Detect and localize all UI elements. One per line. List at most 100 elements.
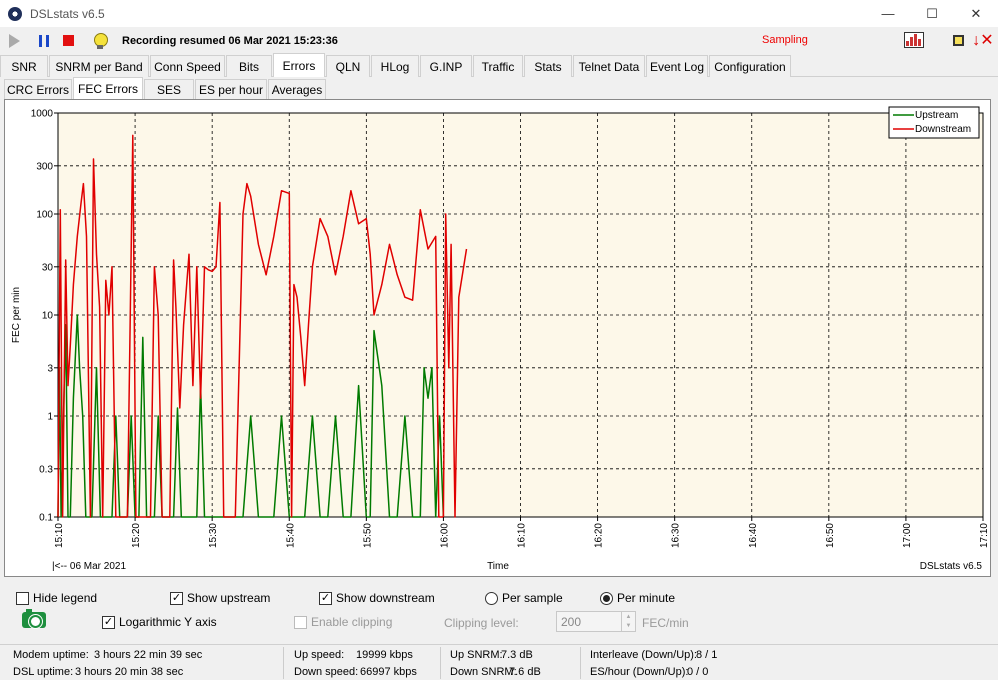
x-tick-label: 16:40 xyxy=(748,523,759,548)
tab-conn-speed[interactable]: Conn Speed xyxy=(150,55,225,77)
clipping-level-label: Clipping level: xyxy=(444,616,519,630)
checkbox-box: ✓ xyxy=(170,591,183,605)
y-tick-label: 100 xyxy=(36,210,53,221)
tab-snrm-per-band[interactable]: SNRM per Band xyxy=(49,55,149,77)
modem-uptime-value: 3 hours 22 min 39 sec xyxy=(94,649,203,661)
subtab-averages[interactable]: Averages xyxy=(268,79,326,99)
y-tick-label: 30 xyxy=(42,262,54,273)
checkbox-box: ✓ xyxy=(319,591,332,605)
show-downstream-checkbox[interactable]: ✓ Show downstream xyxy=(319,590,435,606)
x-tick-label: 16:20 xyxy=(594,523,605,548)
tab-bits[interactable]: Bits xyxy=(226,55,272,77)
dsl-uptime-label: DSL uptime: xyxy=(13,666,74,678)
error-subtabs: CRC Errors FEC Errors SES ES per hour Av… xyxy=(4,77,994,99)
x-tick-label: 15:20 xyxy=(131,523,142,548)
chart-window-button[interactable] xyxy=(903,30,925,50)
window-controls: — ☐ ✕ xyxy=(866,0,998,27)
y-tick-label: 300 xyxy=(36,161,53,172)
enable-clipping-checkbox[interactable]: Enable clipping xyxy=(294,614,392,630)
hide-legend-checkbox[interactable]: Hide legend xyxy=(16,590,97,606)
stepper-arrows-icon[interactable]: ▲ ▼ xyxy=(621,612,635,631)
y-tick-label: 1 xyxy=(47,412,53,423)
down-speed-label: Down speed: xyxy=(294,666,359,678)
pause-button[interactable] xyxy=(34,31,54,51)
y-tick-label: 0.3 xyxy=(39,464,53,475)
recording-status: Recording resumed 06 Mar 2021 15:23:36 xyxy=(122,34,338,47)
stop-icon xyxy=(62,35,74,46)
subtab-fec-errors[interactable]: FEC Errors xyxy=(73,77,143,99)
tab-configuration[interactable]: Configuration xyxy=(709,55,791,77)
minimize-icon[interactable]: — xyxy=(866,0,910,27)
legend-downstream-label: Downstream xyxy=(915,124,971,135)
up-speed-value: 19999 kbps xyxy=(356,649,413,661)
modem-uptime-label: Modem uptime: xyxy=(13,649,89,661)
up-speed-label: Up speed: xyxy=(294,649,345,661)
x-tick-label: 17:00 xyxy=(902,523,913,548)
copy-button[interactable] xyxy=(947,30,969,50)
subtab-crc-errors[interactable]: CRC Errors xyxy=(4,79,72,99)
y-axis-label: FEC per min xyxy=(11,287,22,343)
down-snrm-label: Down SNRM: xyxy=(450,666,517,678)
tab-hlog[interactable]: HLog xyxy=(371,55,419,77)
per-minute-radio[interactable]: Per minute xyxy=(600,590,675,606)
window-title: DSLstats v6.5 xyxy=(30,6,105,21)
tab-stats[interactable]: Stats xyxy=(524,55,572,77)
fec-errors-chart: 1000 300 100 30 10 3 1 0.3 0.1 15:10 15:20 15:30 15… xyxy=(11,106,990,572)
tab-snr[interactable]: SNR xyxy=(0,55,48,77)
tab-event-log[interactable]: Event Log xyxy=(646,55,708,77)
y-tick-label: 3 xyxy=(47,363,53,374)
up-snrm-label: Up SNRM: xyxy=(450,649,503,661)
subtab-es-per-hour[interactable]: ES per hour xyxy=(195,79,267,99)
interleave-value: 8 / 1 xyxy=(696,649,718,661)
show-upstream-checkbox[interactable]: ✓ Show upstream xyxy=(170,590,270,606)
copy-icon xyxy=(952,34,964,46)
logarithmic-y-axis-checkbox[interactable]: ✓ Logarithmic Y axis xyxy=(102,614,217,630)
y-tick-label: 1000 xyxy=(31,109,54,120)
tab-ginp[interactable]: G.INP xyxy=(420,55,472,77)
up-snrm-value: 7.3 dB xyxy=(501,649,533,661)
chart-watermark: DSLstats v6.5 xyxy=(920,561,983,572)
main-tabs: SNR SNRM per Band Conn Speed Bits Errors… xyxy=(0,53,998,77)
pause-icon xyxy=(39,34,49,47)
es-hour-label: ES/hour (Down/Up): xyxy=(590,666,689,678)
x-tick-label: 17:10 xyxy=(979,523,990,548)
y-tick-label: 0.1 xyxy=(39,513,53,524)
toolbar: Recording resumed 06 Mar 2021 15:23:36 xyxy=(0,27,998,54)
camera-icon[interactable] xyxy=(22,609,46,628)
lightbulb-icon xyxy=(93,32,108,49)
down-snrm-value: 7.6 dB xyxy=(509,666,541,678)
tab-errors[interactable]: Errors xyxy=(273,53,325,77)
close-icon[interactable]: ✕ xyxy=(954,0,998,27)
tab-telnet-data[interactable]: Telnet Data xyxy=(573,55,645,77)
exit-red-x-icon: ↓✕ xyxy=(972,32,994,49)
checkbox-box xyxy=(16,591,29,605)
maximize-icon[interactable]: ☐ xyxy=(910,0,954,27)
x-tick-label: 16:10 xyxy=(517,523,528,548)
es-hour-value: 0 / 0 xyxy=(687,666,709,678)
clipping-level-stepper[interactable]: 200 ▲ ▼ xyxy=(556,611,636,632)
play-button[interactable] xyxy=(4,31,24,51)
app-logo-icon xyxy=(8,6,22,21)
x-tick-label: 16:50 xyxy=(825,523,836,548)
x-tick-label: 16:00 xyxy=(439,523,450,548)
tab-qln[interactable]: QLN xyxy=(326,55,370,77)
stop-button[interactable] xyxy=(58,31,78,51)
legend-upstream-label: Upstream xyxy=(915,110,958,121)
fec-errors-chart-panel: 1000 300 100 30 10 3 1 0.3 0.1 15:10 15:20 15:30 15… xyxy=(4,99,991,577)
down-speed-value: 66997 kbps xyxy=(360,666,417,678)
y-tick-label: 10 xyxy=(42,311,54,322)
help-button[interactable] xyxy=(90,31,110,51)
sampling-status: Sampling xyxy=(762,34,808,46)
exit-button[interactable]: ↓✕ xyxy=(972,30,994,50)
checkbox-box xyxy=(294,615,307,629)
x-start-date-label: |<-- 06 Mar 2021 xyxy=(52,561,126,572)
title-bar: DSLstats v6.5 — ☐ ✕ xyxy=(0,0,998,27)
clipping-unit-label: FEC/min xyxy=(642,616,689,630)
interleave-label: Interleave (Down/Up): xyxy=(590,649,697,661)
x-tick-label: 15:30 xyxy=(208,523,219,548)
subtab-ses[interactable]: SES xyxy=(144,79,194,99)
per-sample-radio[interactable]: Per sample xyxy=(485,590,563,606)
status-bar: Modem uptime: 3 hours 22 min 39 sec DSL … xyxy=(0,644,998,680)
dsl-uptime-value: 3 hours 20 min 38 sec xyxy=(75,666,184,678)
tab-traffic[interactable]: Traffic xyxy=(473,55,523,77)
